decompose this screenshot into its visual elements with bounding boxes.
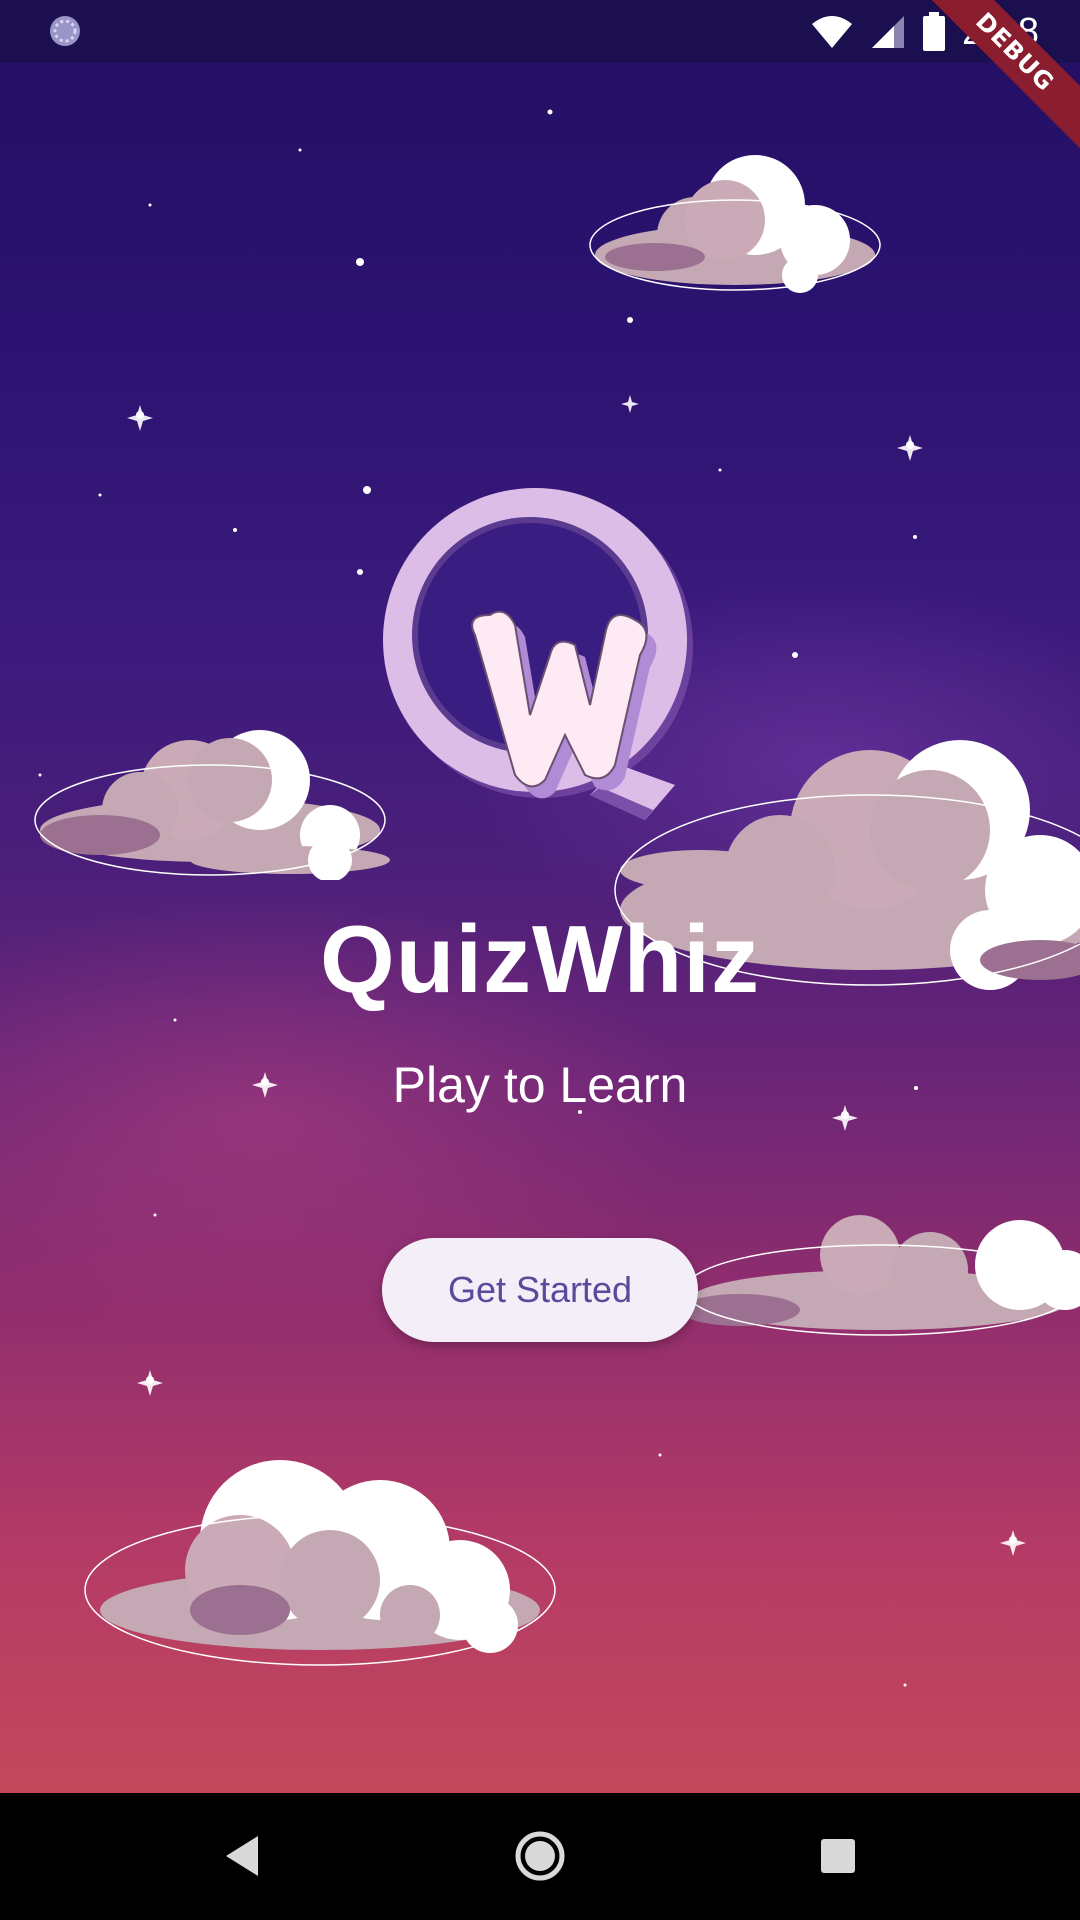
get-started-button[interactable]: Get Started: [382, 1238, 698, 1342]
recents-icon[interactable]: [803, 1821, 873, 1891]
app-title: QuizWhiz: [320, 906, 760, 1013]
cloud-bottom: [84, 1460, 556, 1666]
battery-icon: [923, 12, 946, 51]
back-icon[interactable]: [208, 1821, 278, 1891]
home-icon[interactable]: [505, 1821, 575, 1891]
app-subtitle: Play to Learn: [392, 1057, 688, 1113]
navigation-bar: [0, 1793, 1080, 1920]
loading-icon: [50, 16, 80, 46]
splash-screen: QuizWhiz Play to Learn Get Started: [0, 0, 1080, 1793]
cloud-mid-right: [680, 1215, 1080, 1336]
wifi-icon: [812, 16, 853, 48]
cloud-left: [34, 730, 390, 880]
cloud-top: [589, 155, 881, 293]
signal-icon: [872, 16, 905, 48]
status-bar: 2:18: [0, 0, 1080, 63]
